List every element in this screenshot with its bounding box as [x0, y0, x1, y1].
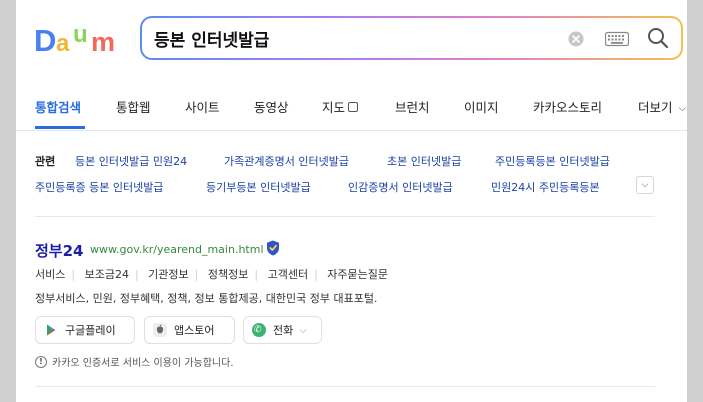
tab-brunch[interactable]: 브런치	[395, 97, 430, 116]
sublink-customer-center[interactable]: 고객센터	[268, 268, 308, 281]
tab-map[interactable]: 지도	[322, 97, 359, 116]
phone-button[interactable]: 전화 ⌵	[243, 316, 322, 344]
auth-notice: ! 카카오 인증서로 서비스 이용이 가능합니다.	[35, 354, 234, 369]
sublink-service[interactable]: 서비스	[35, 268, 65, 281]
search-input[interactable]	[154, 27, 534, 49]
app-store-button[interactable]: 앱스토어	[144, 316, 235, 344]
official-badge-icon	[267, 240, 279, 256]
svg-text:u: u	[73, 22, 88, 48]
google-play-icon	[47, 324, 56, 336]
map-box-icon	[348, 102, 359, 112]
tab-more-label: 더보기	[638, 100, 673, 115]
tab-video[interactable]: 동영상	[254, 97, 289, 116]
related-title: 관련	[35, 155, 56, 168]
divider: |	[71, 268, 76, 281]
related-link[interactable]: 인감증명서 인터넷발급	[348, 179, 453, 195]
divider: |	[194, 268, 199, 281]
result-sublinks: 서비스 | 보조금24 | 기관정보 | 정책정보 | 고객센터 | 자주묻는질문	[35, 266, 388, 282]
phone-icon	[252, 323, 266, 337]
result-description: 정부서비스, 민원, 정부혜택, 정책, 정보 통합제공, 대한민국 정부 대표…	[35, 292, 378, 305]
sublink-subsidy[interactable]: 보조금24	[85, 268, 129, 281]
related-expand-button[interactable]: ⌵	[636, 176, 654, 194]
related-link[interactable]: 주민등록증 등본 인터넷발급	[35, 179, 163, 195]
active-tab-indicator	[35, 126, 85, 129]
svg-text:a: a	[56, 30, 70, 57]
search-box	[140, 16, 683, 60]
tab-web[interactable]: 통합웹	[116, 97, 151, 116]
result-title[interactable]: 정부24	[35, 240, 83, 261]
phone-label: 전화	[273, 324, 294, 337]
chevron-down-icon: ⌵	[299, 324, 307, 336]
app-store-label: 앱스토어	[174, 324, 215, 337]
chevron-down-icon: ⌵	[678, 103, 687, 114]
search-tabs: 통합검색 통합웹 사이트 동영상 지도 브런치 이미지 카카오스토리 더보기 ⌵	[16, 86, 687, 131]
search-results-page: D a u m 통합검색 통합웹 사이트 동영	[16, 0, 687, 402]
svg-text:m: m	[91, 27, 115, 57]
info-icon: !	[35, 355, 47, 368]
google-play-button[interactable]: 구글플레이	[35, 316, 135, 344]
apple-icon	[153, 323, 167, 337]
tab-kakaostory[interactable]: 카카오스토리	[533, 97, 602, 116]
tab-map-label: 지도	[322, 100, 346, 115]
divider: |	[254, 268, 259, 281]
tab-site[interactable]: 사이트	[185, 97, 220, 116]
divider: |	[314, 268, 318, 281]
tab-integrated[interactable]: 통합검색	[35, 97, 81, 116]
sublink-agency-info[interactable]: 기관정보	[148, 268, 188, 281]
keyboard-icon[interactable]	[605, 31, 629, 47]
related-searches: 관련 등본 인터넷발급 민원24 가족관계증명서 인터넷발급 초본 인터넷발급 …	[35, 148, 655, 217]
related-link[interactable]: 초본 인터넷발급	[387, 153, 461, 169]
tab-more[interactable]: 더보기 ⌵	[638, 97, 686, 116]
divider: |	[134, 268, 139, 281]
google-play-label: 구글플레이	[65, 324, 116, 337]
daum-logo[interactable]: D a u m	[34, 22, 120, 58]
result-url[interactable]: www.gov.kr/yearend_main.html	[90, 243, 264, 256]
related-link[interactable]: 등기부등본 인터넷발급	[206, 179, 311, 195]
related-link[interactable]: 등본 인터넷발급 민원24	[75, 153, 187, 169]
related-link[interactable]: 민원24시 주민등록등본	[491, 179, 600, 195]
related-link[interactable]: 가족관계증명서 인터넷발급	[224, 153, 349, 169]
clear-icon[interactable]	[568, 31, 584, 47]
tab-image[interactable]: 이미지	[464, 97, 499, 116]
divider	[35, 386, 655, 387]
sublink-faq[interactable]: 자주묻는질문	[327, 268, 388, 281]
svg-text:D: D	[34, 23, 56, 58]
search-icon[interactable]	[647, 27, 669, 49]
related-link[interactable]: 주민등록등본 인터넷발급	[495, 153, 610, 169]
notice-text: 카카오 인증서로 서비스 이용이 가능합니다.	[52, 358, 234, 369]
chevron-down-icon: ⌵	[641, 180, 649, 190]
sublink-policy-info[interactable]: 정책정보	[208, 268, 248, 281]
